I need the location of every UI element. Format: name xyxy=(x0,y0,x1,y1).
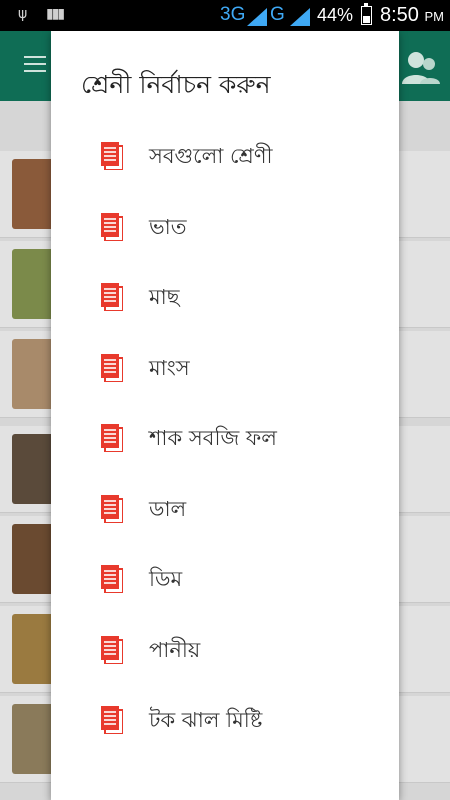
storage-icon: ▮▮▮ xyxy=(46,6,65,22)
network-g-label: G xyxy=(270,4,285,25)
signal-bars-icon xyxy=(247,8,267,26)
category-select-dialog: শ্রেনী নির্বাচন করুন সবগুলো শ্রেণী ভাত মাছ… xyxy=(51,31,399,800)
category-item[interactable]: পানীয় xyxy=(51,618,399,688)
category-label: ভাত xyxy=(149,215,187,239)
document-icon xyxy=(101,565,123,593)
category-label: পানীয় xyxy=(149,638,201,662)
document-icon xyxy=(101,636,123,664)
document-icon xyxy=(101,495,123,523)
category-label: শাক সবজি ফল xyxy=(149,426,277,450)
document-icon xyxy=(101,213,123,241)
battery-percent: 44% xyxy=(317,5,354,25)
category-item[interactable]: ডাল xyxy=(51,477,399,547)
document-icon xyxy=(101,283,123,311)
dialog-title: শ্রেনী নির্বাচন করুন xyxy=(81,70,271,99)
document-icon xyxy=(101,354,123,382)
document-icon xyxy=(101,142,123,170)
category-label: মাছ xyxy=(149,285,180,309)
menu-icon[interactable] xyxy=(24,56,46,72)
user-account-icon[interactable] xyxy=(400,48,440,86)
category-item[interactable]: শাক সবজি ফল xyxy=(51,406,399,476)
category-item[interactable]: ভাত xyxy=(51,195,399,265)
category-item[interactable]: মাংস xyxy=(51,336,399,406)
category-label: ডাল xyxy=(149,497,187,521)
category-item[interactable]: ডিম xyxy=(51,547,399,617)
usb-icon: ψ xyxy=(18,6,28,22)
category-label: সবগুলো শ্রেণী xyxy=(149,144,273,168)
category-label: টক ঝাল মিষ্টি xyxy=(149,708,263,732)
category-label: ডিম xyxy=(149,567,183,591)
document-icon xyxy=(101,706,123,734)
category-item[interactable]: সবগুলো শ্রেণী xyxy=(51,124,399,194)
status-bar: ψ ▮▮▮ 3G G 44% 8:50 PM xyxy=(0,0,450,31)
category-label: মাংস xyxy=(149,356,190,380)
battery-icon xyxy=(361,3,372,25)
document-icon xyxy=(101,424,123,452)
category-item[interactable]: টক ঝাল মিষ্টি xyxy=(51,688,399,758)
clock: 8:50 PM xyxy=(380,4,444,26)
category-item[interactable]: মাছ xyxy=(51,265,399,335)
signal-bars-2-icon xyxy=(290,8,310,26)
network-3g-label: 3G xyxy=(220,4,246,25)
